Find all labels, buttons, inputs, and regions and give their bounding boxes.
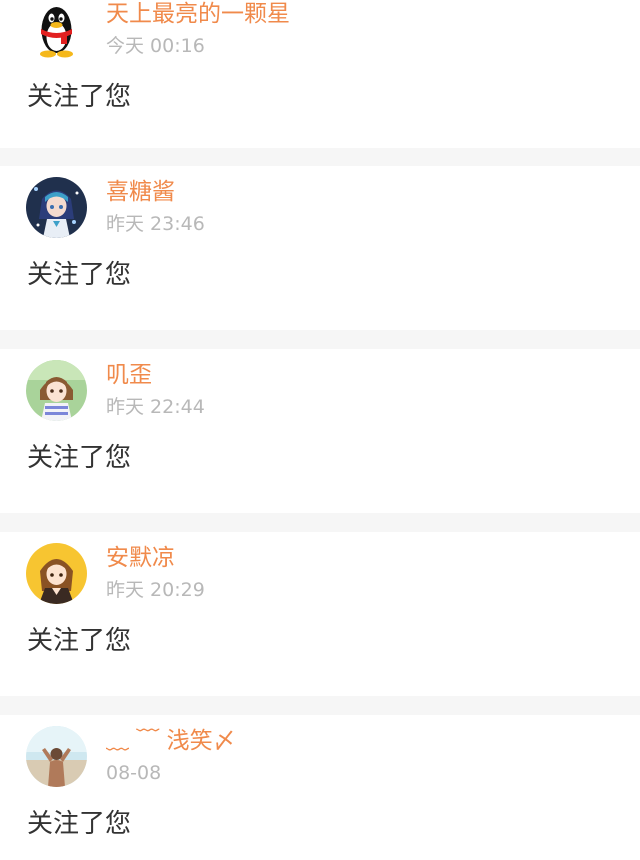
message-text: 关注了您 [27, 260, 132, 290]
username[interactable]: 喜糖酱 [106, 176, 175, 208]
notification-item[interactable]: 天上最亮的一颗星 今天 00:16 关注了您 [0, 0, 640, 148]
notification-item[interactable]: 安默凉 昨天 20:29 关注了您 [0, 532, 640, 696]
timestamp: 昨天 20:29 [106, 579, 205, 601]
avatar[interactable] [26, 0, 87, 60]
username[interactable]: 天上最亮的一颗星 [106, 0, 290, 30]
username[interactable]: 叽歪 [106, 359, 152, 391]
anime-avatar-icon [26, 177, 87, 238]
notification-item[interactable]: ﹏ ﹋ 浅笑〆 08-08 关注了您 [0, 715, 640, 860]
avatar[interactable] [26, 360, 87, 421]
timestamp: 昨天 23:46 [106, 213, 205, 235]
anime-girl-avatar-icon [26, 360, 87, 421]
notification-item[interactable]: 喜糖酱 昨天 23:46 关注了您 [0, 166, 640, 330]
avatar[interactable] [26, 543, 87, 604]
avatar[interactable] [26, 726, 87, 787]
message-text: 关注了您 [27, 82, 132, 112]
anime-girl-yellow-avatar-icon [26, 543, 87, 604]
avatar[interactable] [26, 177, 87, 238]
username[interactable]: 安默凉 [106, 542, 175, 574]
timestamp: 昨天 22:44 [106, 396, 205, 418]
username[interactable]: ﹏ ﹋ 浅笑〆 [106, 725, 236, 757]
timestamp: 今天 00:16 [106, 35, 205, 57]
beach-photo-avatar-icon [26, 726, 87, 787]
message-text: 关注了您 [27, 809, 132, 839]
notification-item[interactable]: 叽歪 昨天 22:44 关注了您 [0, 349, 640, 513]
message-text: 关注了您 [27, 626, 132, 656]
notification-feed: 天上最亮的一颗星 今天 00:16 关注了您 喜糖酱 昨天 23:46 关注了您… [0, 0, 640, 860]
message-text: 关注了您 [27, 443, 132, 473]
timestamp: 08-08 [106, 762, 162, 784]
qq-penguin-icon [26, 0, 87, 60]
